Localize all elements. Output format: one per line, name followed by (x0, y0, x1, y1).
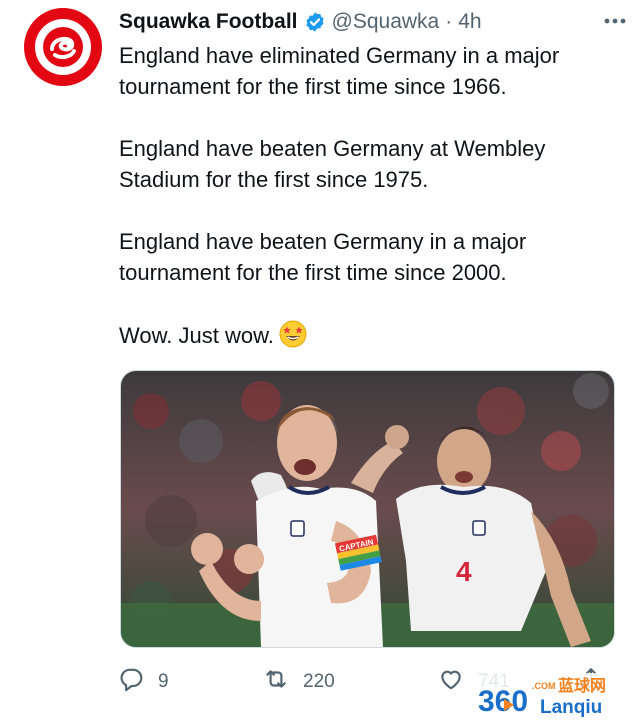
tweet-paragraph: Wow. Just wow. (119, 323, 274, 348)
squawka-logo-icon (35, 19, 91, 75)
tweet-timestamp[interactable]: 4h (458, 10, 481, 34)
retweet-icon (263, 666, 289, 698)
avatar[interactable] (24, 8, 102, 86)
account-name[interactable]: Squawka Football (119, 10, 298, 34)
watermark-latin: Lanqiu (540, 697, 602, 717)
account-handle[interactable]: @Squawka (332, 10, 440, 34)
site-watermark: 360 .COM 蓝球网 Lanqiu (476, 673, 636, 718)
reply-count: 9 (158, 671, 169, 692)
photo-of-two-england-players-celebrating-icon: 4 CAPTAIN (121, 371, 614, 647)
watermark-chinese: 蓝球网 (558, 676, 606, 695)
reply-icon (118, 666, 144, 698)
tweet-paragraph: England have eliminated Germany in a maj… (119, 43, 560, 99)
watermark-number: 360 (478, 685, 528, 717)
retweet-count: 220 (303, 671, 335, 692)
tweet-text: England have eliminated Germany in a maj… (119, 40, 619, 351)
star-struck-emoji-icon (278, 319, 308, 349)
tweet-paragraph-last: Wow. Just wow. (119, 319, 619, 351)
lanqiu-360-logo-icon: 360 .COM 蓝球网 Lanqiu (476, 673, 636, 718)
shirt-number: 4 (456, 556, 472, 587)
tweet-header: Squawka Football @Squawka · 4h (119, 8, 624, 36)
watermark-domain: .COM (532, 681, 556, 691)
retweet-button[interactable]: 220 (263, 666, 438, 698)
tweet-paragraph: England have beaten Germany in a major t… (119, 229, 527, 285)
tweet-media-image[interactable]: 4 CAPTAIN (120, 370, 615, 648)
heart-icon (438, 666, 464, 698)
more-options-icon[interactable] (602, 8, 628, 34)
tweet-paragraph: England have beaten Germany at Wembley S… (119, 136, 546, 192)
reply-button[interactable]: 9 (118, 666, 263, 698)
verified-badge-icon (304, 11, 326, 33)
separator-dot: · (445, 10, 453, 33)
